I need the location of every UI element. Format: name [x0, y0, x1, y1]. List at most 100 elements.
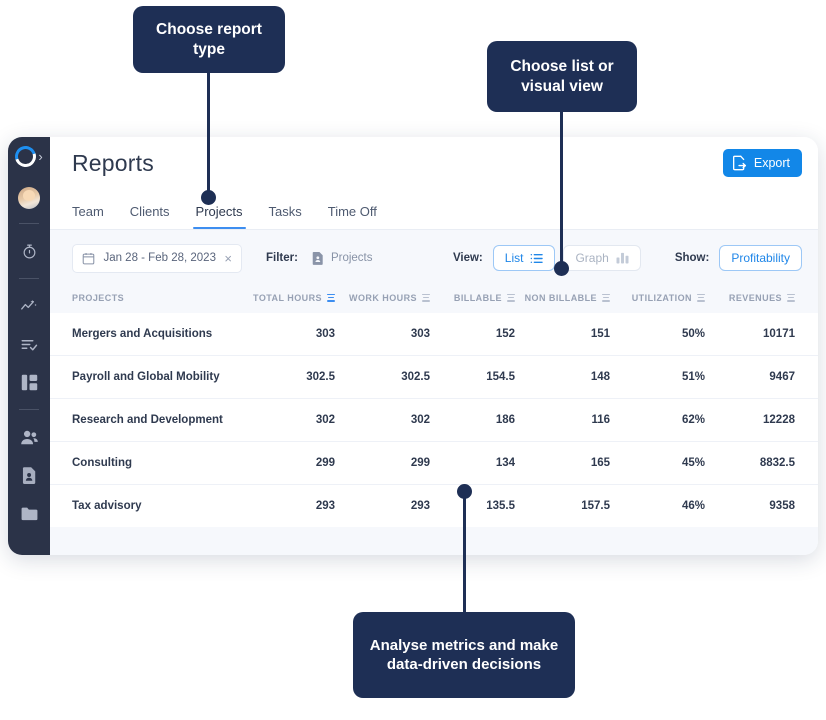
cell-billable: 186	[430, 399, 515, 442]
cell-work-hours: 303	[335, 313, 430, 356]
sidebar-divider	[19, 223, 39, 224]
cell-revenues: 9467	[705, 356, 795, 399]
sidebar-item-analytics[interactable]	[12, 291, 46, 321]
col-revenues[interactable]: REVENUES	[705, 286, 795, 313]
cell-billable: 152	[430, 313, 515, 356]
view-graph-label: Graph	[575, 251, 608, 265]
bar-chart-icon	[616, 252, 629, 264]
sort-icon[interactable]	[602, 292, 610, 303]
user-avatar[interactable]	[18, 187, 40, 209]
callout-connector-line-metrics	[463, 497, 466, 614]
cell-work-hours: 302	[335, 399, 430, 442]
cell-billable: 154.5	[430, 356, 515, 399]
sort-icon[interactable]	[507, 292, 515, 303]
callout-text: Analyse metrics and make data-driven dec…	[367, 636, 561, 674]
sort-icon[interactable]	[422, 292, 430, 303]
tab-time-off[interactable]: Time Off	[328, 204, 377, 229]
sidebar-item-dashboard[interactable]	[12, 367, 46, 397]
tab-tasks[interactable]: Tasks	[269, 204, 302, 229]
callout-analyse-metrics: Analyse metrics and make data-driven dec…	[353, 612, 575, 698]
table-row[interactable]: Research and Development 302 302 186 116…	[50, 399, 818, 442]
callout-choose-report-type: Choose report type	[133, 6, 285, 73]
table-row[interactable]: Consulting 299 299 134 165 45% 8832.5 52…	[50, 442, 818, 485]
clear-date-icon[interactable]: ×	[224, 251, 232, 266]
sort-icon[interactable]	[697, 292, 705, 303]
table-row[interactable]: Mergers and Acquisitions 303 303 152 151…	[50, 313, 818, 356]
cell-utilization: 62%	[610, 399, 705, 442]
cell-work-hours: 299	[335, 442, 430, 485]
col-total-hours[interactable]: TOTAL HOURS	[240, 286, 335, 313]
col-cost[interactable]: COST	[795, 286, 818, 313]
sidebar-item-timer[interactable]	[12, 236, 46, 266]
cell-revenues: 9358	[705, 485, 795, 528]
tab-projects[interactable]: Projects	[196, 204, 243, 229]
cell-total-hours: 302.5	[240, 356, 335, 399]
sidebar-item-tasks[interactable]	[12, 329, 46, 359]
tab-team[interactable]: Team	[72, 204, 104, 229]
table-body: Mergers and Acquisitions 303 303 152 151…	[50, 313, 818, 527]
cell-total-hours: 303	[240, 313, 335, 356]
cell-cost: 4853	[795, 399, 818, 442]
callout-text: Choose list or visual view	[501, 57, 623, 97]
callout-connector-dot-metrics	[457, 484, 472, 499]
sidebar-expand-chevron-icon[interactable]: ›	[38, 150, 42, 163]
cell-total-hours: 299	[240, 442, 335, 485]
col-label: WORK HOURS	[349, 293, 417, 303]
col-billable[interactable]: BILLABLE	[430, 286, 515, 313]
view-list-button[interactable]: List	[493, 245, 556, 271]
callout-connector-line-report-type	[207, 72, 210, 197]
col-label: UTILIZATION	[632, 293, 692, 303]
cell-revenues: 8832.5	[705, 442, 795, 485]
show-profitability-button[interactable]: Profitability	[719, 245, 802, 271]
toolbar-right: View: List Graph	[453, 245, 802, 271]
callout-text: Choose report type	[147, 20, 271, 60]
table-row[interactable]: Payroll and Global Mobility 302.5 302.5 …	[50, 356, 818, 399]
sort-icon-active[interactable]	[327, 292, 335, 303]
sort-icon[interactable]	[787, 292, 795, 303]
callout-connector-dot-report-type	[201, 190, 216, 205]
cell-billable: 135.5	[430, 485, 515, 528]
document-icon	[312, 251, 324, 265]
date-range-picker[interactable]: Jan 28 - Feb 28, 2023 ×	[72, 244, 242, 273]
cell-project: Consulting	[50, 442, 240, 485]
date-range-value: Jan 28 - Feb 28, 2023	[103, 252, 216, 264]
export-button[interactable]: Export	[723, 149, 802, 177]
show-profitability-label: Profitability	[731, 251, 790, 265]
cell-total-hours: 302	[240, 399, 335, 442]
cell-billable: 134	[430, 442, 515, 485]
sidebar-item-clients[interactable]	[12, 460, 46, 490]
tab-clients[interactable]: Clients	[130, 204, 170, 229]
filter-projects-label: Projects	[331, 252, 373, 264]
cell-project: Tax advisory	[50, 485, 240, 528]
main-content: Reports Export Team Clients Projects Tas…	[50, 137, 818, 555]
calendar-icon	[82, 252, 95, 265]
sidebar-item-team[interactable]	[12, 422, 46, 452]
document-person-icon	[22, 466, 37, 484]
cell-cost: 5587.5	[795, 313, 818, 356]
sidebar-divider	[19, 278, 39, 279]
cell-utilization: 45%	[610, 442, 705, 485]
cell-cost: 5275	[795, 442, 818, 485]
sidebar-item-projects[interactable]	[12, 498, 46, 528]
cell-project: Payroll and Global Mobility	[50, 356, 240, 399]
col-label: REVENUES	[729, 293, 782, 303]
export-document-icon	[732, 155, 747, 171]
col-utilization[interactable]: UTILIZATION	[610, 286, 705, 313]
callout-choose-view: Choose list or visual view	[487, 41, 637, 112]
view-graph-button[interactable]: Graph	[563, 245, 640, 271]
table-row[interactable]: Tax advisory 293 293 135.5 157.5 46% 935…	[50, 485, 818, 528]
folder-icon	[20, 506, 39, 521]
filter-projects-chip[interactable]: Projects	[312, 251, 373, 265]
col-projects[interactable]: PROJECTS	[50, 286, 240, 313]
export-button-label: Export	[754, 156, 790, 170]
col-label: NON BILLABLE	[525, 293, 597, 303]
app-logo[interactable]: ›	[15, 146, 42, 167]
cell-work-hours: 293	[335, 485, 430, 528]
cell-cost: 5205.5	[795, 485, 818, 528]
dashboard-grid-icon	[21, 374, 38, 391]
sidebar: ›	[8, 137, 50, 555]
col-non-billable[interactable]: NON BILLABLE	[515, 286, 610, 313]
sidebar-divider	[19, 409, 39, 410]
col-work-hours[interactable]: WORK HOURS	[335, 286, 430, 313]
cell-work-hours: 302.5	[335, 356, 430, 399]
